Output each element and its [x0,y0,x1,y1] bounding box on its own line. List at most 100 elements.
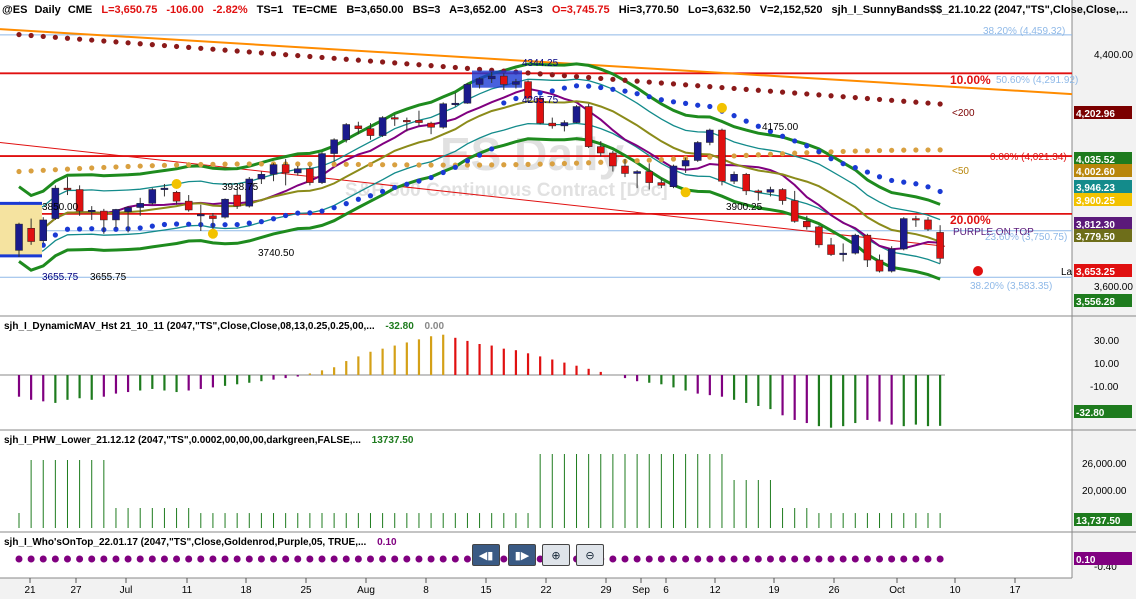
ma50-dot [779,151,786,157]
time-axis[interactable] [0,578,1136,599]
trailing-stop-dot [707,103,713,110]
ma200-dot [452,64,458,71]
candle-body [415,120,423,123]
ma200-dot [161,42,168,49]
who-dot [342,555,350,563]
ma200-dot [125,40,131,46]
who-dot [63,555,71,563]
scroll-left-icon: ◀▮ [478,548,494,562]
ma200-dot [52,34,58,40]
ma200-dot [101,38,107,44]
time-label: 15 [480,585,492,596]
trailing-stop-dot [828,156,834,162]
chart-canvas[interactable]: ES Daily S&P 500 Continuous Contract [De… [0,0,1136,599]
candle-body [148,189,157,204]
ma200-dot [864,95,871,102]
candle-body [233,194,241,207]
ma50-dot [404,162,410,168]
who-dot [839,555,847,563]
ma50-dot [89,165,95,171]
ma200-dot [622,77,628,83]
candle-body [63,187,72,190]
ma200-dot [573,73,580,80]
trailing-stop-dot [464,158,471,164]
who-dot [100,555,108,563]
candle-body [790,200,799,222]
ma200-dot [404,61,410,67]
indicator-label-text: 13,737.50 [1076,516,1121,527]
who-dot [645,555,653,563]
ma200-dot [719,84,725,91]
trailing-stop-dot [283,212,289,219]
who-dot [730,555,738,563]
pct-20-label: 20.00% [950,213,991,227]
ma200-dot [40,33,46,40]
ma50-dot [392,162,398,168]
ma200-dot [743,86,749,92]
trailing-stop-dot [452,164,458,170]
candle-body [839,252,847,255]
who-dot [803,555,811,563]
candle-body [548,122,557,127]
trailing-stop-dot [161,221,168,228]
swing-label-3938: 3938.75 [222,182,259,193]
candle-body [669,165,678,187]
time-label: Oct [889,585,905,596]
time-label: Jul [120,585,133,596]
scroll-left-button[interactable]: ◀▮ [472,544,500,566]
candle-body [827,244,835,255]
ma50-dot [549,161,555,167]
who-dot [682,555,690,563]
ma50-dot [755,152,761,158]
ma200-dot [464,65,471,71]
ma200-dot [343,56,349,62]
trailing-stop-dot [64,226,71,232]
indicator-label-text: -32.80 [1076,408,1105,419]
who-value: 0.10 [377,537,397,548]
who-dot [354,555,362,563]
candle-body [475,78,484,85]
zoom-in-button[interactable]: ⊕ [542,544,570,566]
ma200-dot [549,72,555,78]
candle-body [693,142,702,161]
candle-body [378,117,387,136]
header-exchange: CME [68,4,92,16]
trailing-stop-dot [295,210,301,216]
trailing-stop-dot [186,221,192,227]
ma200-dot [428,63,434,69]
who-dot [366,555,374,563]
ma200-dot [695,83,701,89]
ma200-dot [416,62,422,68]
ma50-dot [828,149,834,155]
macd-tick-30: 30.00 [1094,336,1119,347]
scroll-right-button[interactable]: ▮▶ [508,544,536,566]
who-dot [924,555,932,563]
ma200-dot [295,52,301,59]
who-dot [245,555,253,563]
price-label-text: 4,202.96 [1076,109,1115,120]
trailing-stop-dot [476,152,483,158]
ma50-dot [331,161,337,167]
ma200-dot [210,46,216,52]
who-dot [621,555,629,563]
swing-label-4175: 4175.00 [762,122,799,133]
zoom-out-button[interactable]: ⊖ [576,544,604,566]
ma50-dot [222,161,228,167]
who-dot [282,555,290,563]
ma50-dot [258,161,264,167]
ma50-dot [561,160,568,167]
who-dot [779,555,787,563]
candle-body [390,117,399,120]
header-change-pct: -2.82% [213,4,248,16]
time-label: 21 [24,585,36,596]
candle-body [500,75,508,85]
trailing-stop-dot [367,193,374,199]
ma200-dot [283,52,289,58]
trailing-stop-dot [913,181,919,187]
candle-body [221,198,229,218]
candle-body [875,259,884,272]
candle-body [887,248,896,272]
ma50-dot [416,162,422,168]
ma200-dot [307,53,313,60]
macd-value-2: 0.00 [425,321,445,332]
